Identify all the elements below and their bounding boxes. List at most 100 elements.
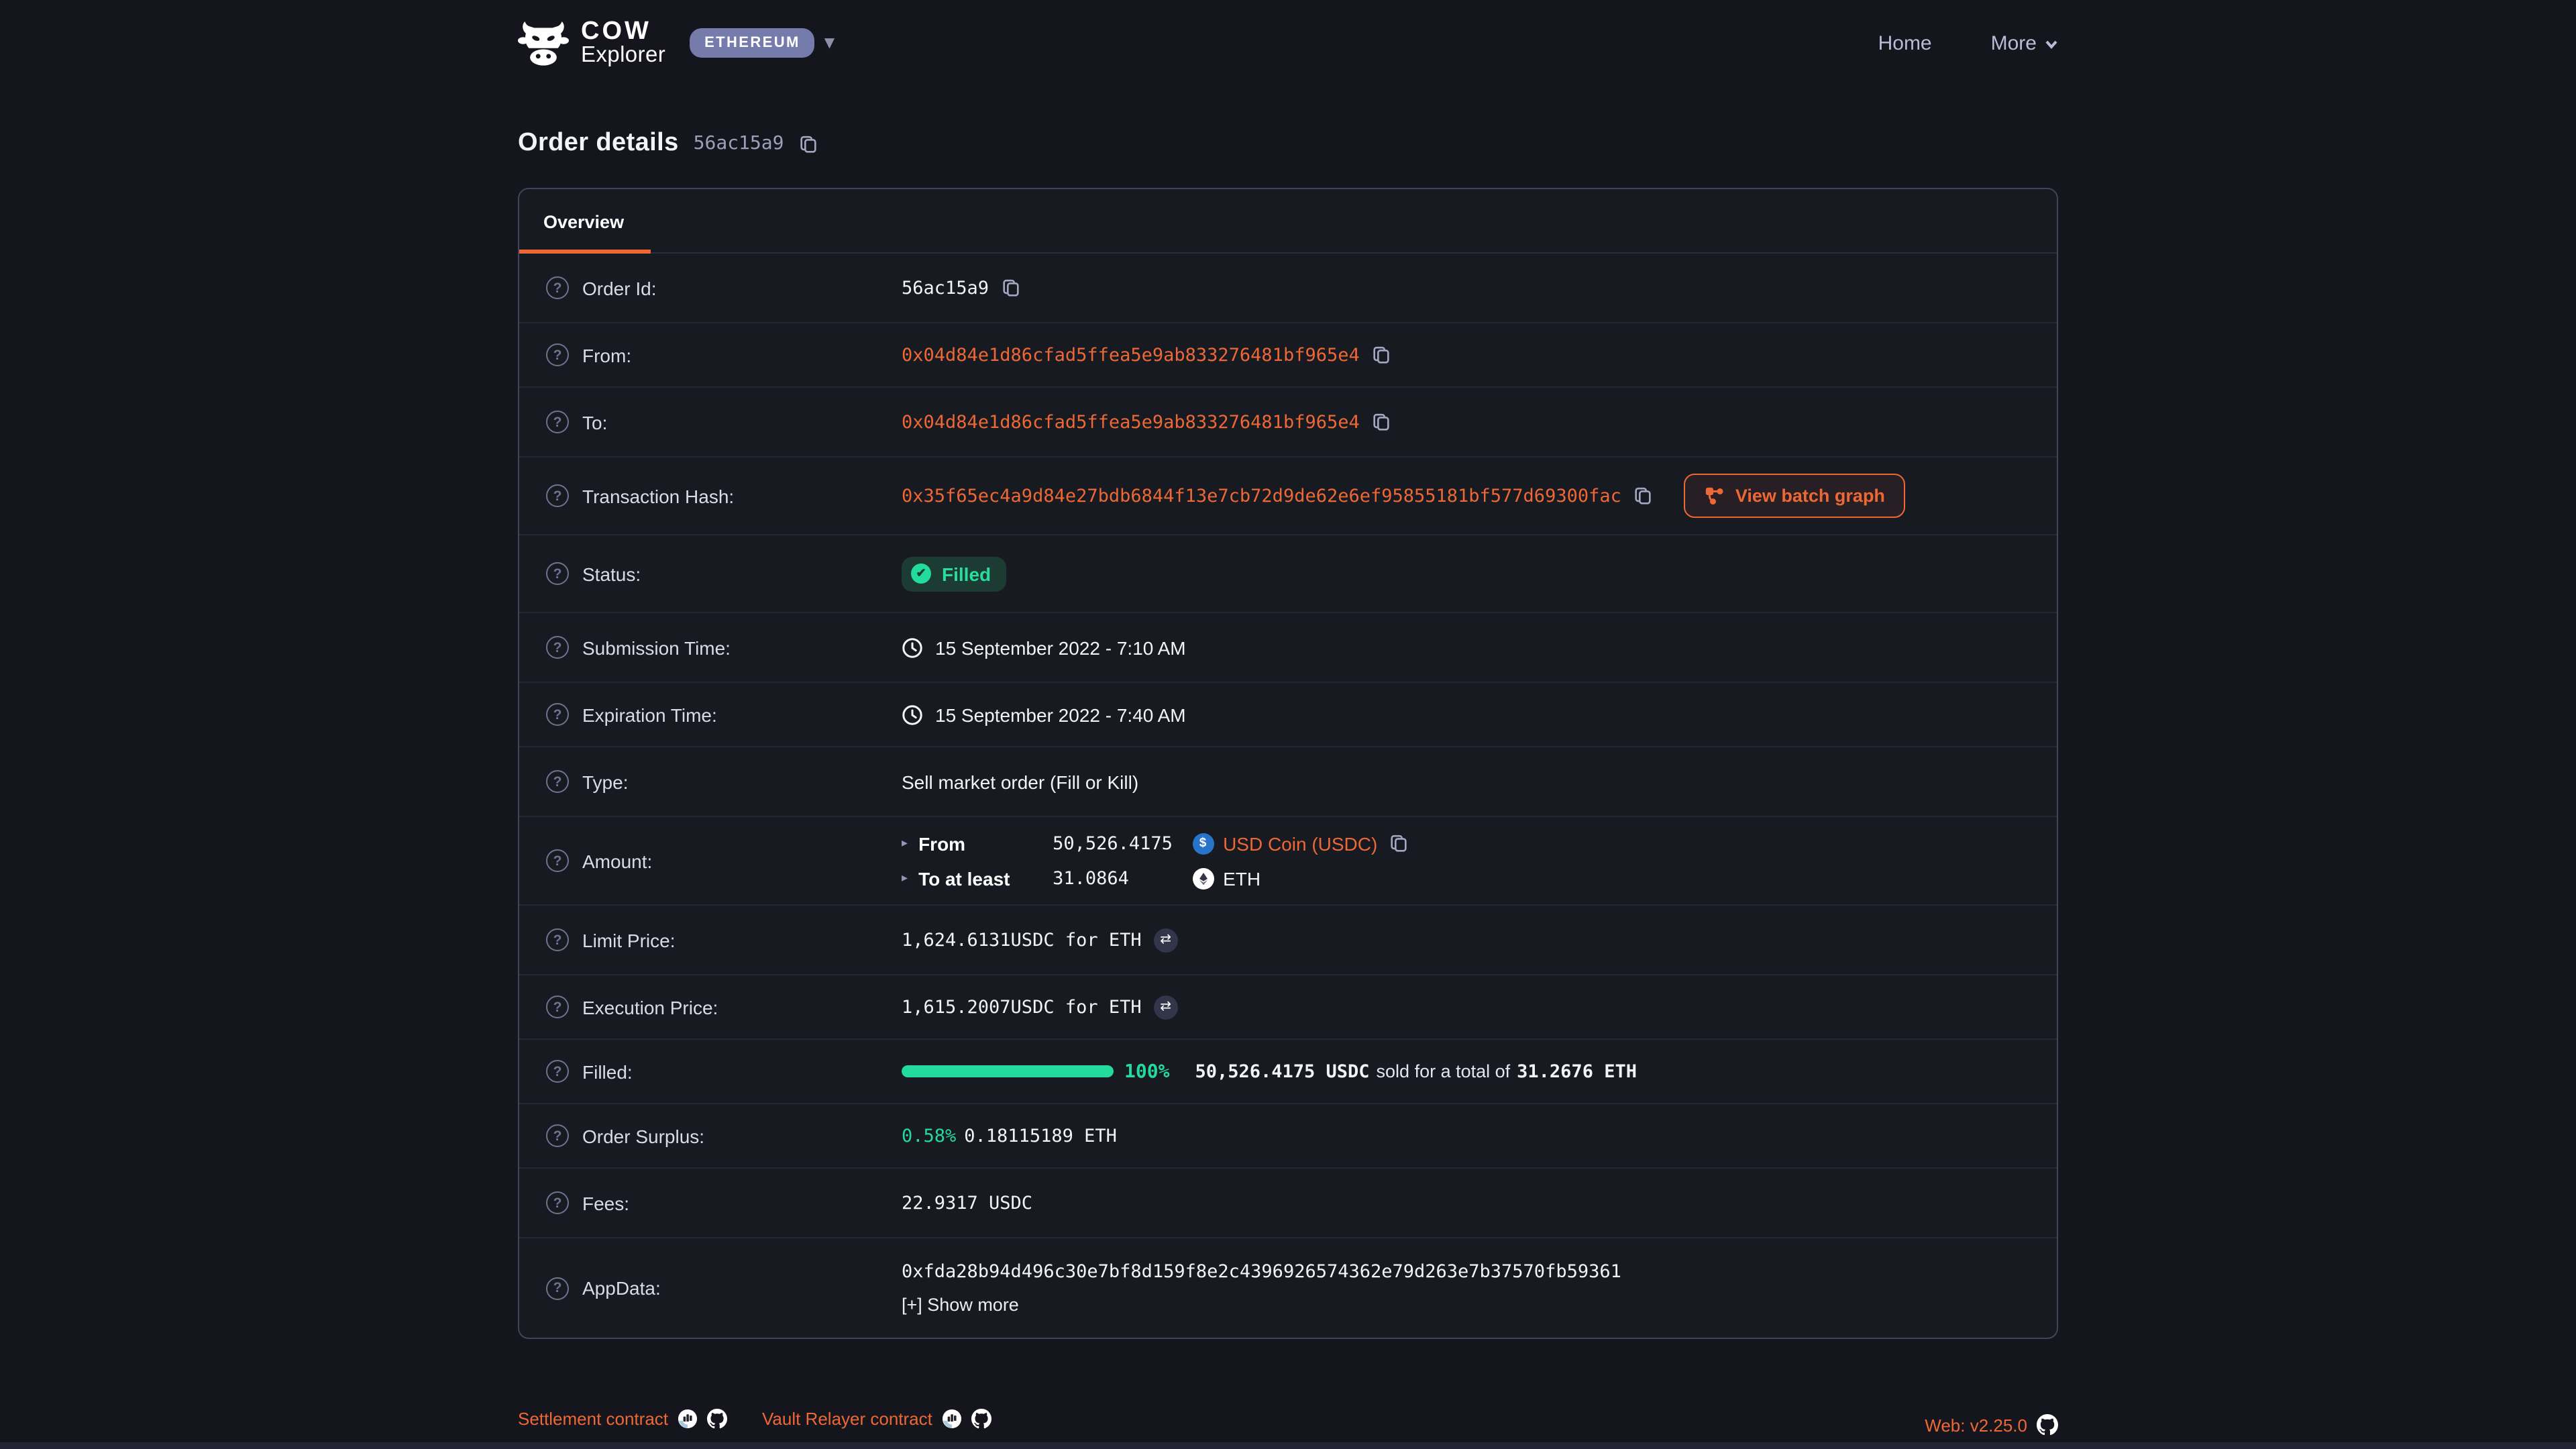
network-selector[interactable]: ETHEREUM ▼ xyxy=(690,28,835,58)
check-circle-icon: ✔ xyxy=(911,564,931,584)
wordmark: COW Explorer xyxy=(581,19,665,67)
help-icon[interactable]: ? xyxy=(546,849,569,872)
submission-time-value: 15 September 2022 - 7:10 AM xyxy=(935,637,1186,658)
app: COW Explorer ETHEREUM ▼ Home More Order … xyxy=(0,0,2576,1449)
etherscan-icon[interactable] xyxy=(678,1408,698,1428)
etherscan-icon[interactable] xyxy=(942,1408,962,1428)
help-icon[interactable]: ? xyxy=(546,1124,569,1147)
row-label: Type: xyxy=(582,771,629,792)
amount-to-line: ▸ To at least 31.0864 ETH xyxy=(902,867,1408,889)
vault-relayer-contract-link[interactable]: Vault Relayer contract xyxy=(762,1408,991,1428)
copy-icon[interactable] xyxy=(1372,412,1392,432)
bottom-strip xyxy=(0,1442,2576,1449)
copy-icon[interactable] xyxy=(1001,278,1021,298)
to-address-link[interactable]: 0x04d84e1d86cfad5ffea5e9ab833276481bf965… xyxy=(902,411,1360,433)
row-appdata: ? AppData: 0xfda28b94d496c30e7bf8d159f8e… xyxy=(519,1238,2057,1338)
row-order-id: ? Order Id: 56ac15a9 xyxy=(519,254,2057,323)
wordmark-bottom: Explorer xyxy=(581,45,665,68)
row-order-surplus: ? Order Surplus: 0.58% 0.18115189 ETH xyxy=(519,1104,2057,1169)
settlement-contract-link[interactable]: Settlement contract xyxy=(518,1408,727,1428)
usdc-token-label: USD Coin (USDC) xyxy=(1223,833,1377,854)
copy-icon[interactable] xyxy=(799,133,819,154)
tx-hash-link[interactable]: 0x35f65ec4a9d84e27bdb6844f13e7cb72d9de62… xyxy=(902,485,1621,506)
swap-price-icon[interactable]: ⇄ xyxy=(1154,995,1178,1019)
swap-price-icon[interactable]: ⇄ xyxy=(1154,928,1178,952)
filled-percent: 100% xyxy=(1124,1061,1169,1082)
github-icon[interactable] xyxy=(707,1408,727,1428)
settlement-contract-label: Settlement contract xyxy=(518,1408,668,1428)
copy-icon[interactable] xyxy=(1388,833,1408,853)
row-label: Execution Price: xyxy=(582,996,718,1018)
total-amount: 31.2676 ETH xyxy=(1517,1061,1637,1082)
page-title: Order details xyxy=(518,129,679,158)
filled-progress-bar-fill xyxy=(902,1065,1114,1077)
web-version-label: Web: v2.25.0 xyxy=(1925,1415,2027,1435)
row-transaction-hash: ? Transaction Hash: 0x35f65ec4a9d84e27bd… xyxy=(519,458,2057,535)
view-batch-graph-button[interactable]: View batch graph xyxy=(1684,474,1905,518)
top-bar: COW Explorer ETHEREUM ▼ Home More xyxy=(0,0,2576,102)
row-label: Amount: xyxy=(582,850,652,871)
help-icon[interactable]: ? xyxy=(546,703,569,726)
row-filled: ? Filled: 100% 50,526.4175 USDC sold for… xyxy=(519,1040,2057,1104)
row-label: Filled: xyxy=(582,1061,633,1082)
vault-relayer-contract-label: Vault Relayer contract xyxy=(762,1408,932,1428)
wordmark-top: COW xyxy=(581,19,665,45)
help-icon[interactable]: ? xyxy=(546,562,569,585)
amount-from-label: From xyxy=(918,833,1042,854)
main-content: Order details 56ac15a9 Overview ? Order … xyxy=(518,129,2058,1436)
copy-icon[interactable] xyxy=(1633,486,1654,506)
amount-to-label: To at least xyxy=(918,867,1042,889)
help-icon[interactable]: ? xyxy=(546,1277,569,1299)
cow-icon xyxy=(518,19,569,67)
footer: Settlement contract Vault Relayer contra… xyxy=(518,1401,2058,1436)
help-icon[interactable]: ? xyxy=(546,928,569,951)
tab-overview[interactable]: Overview xyxy=(519,189,651,252)
nav-more-label: More xyxy=(1991,32,2037,54)
tab-bar: Overview xyxy=(519,189,2057,254)
github-icon[interactable] xyxy=(2037,1414,2058,1436)
order-id-value: 56ac15a9 xyxy=(902,277,989,299)
row-expiration-time: ? Expiration Time: 15 September 2022 - 7… xyxy=(519,683,2057,747)
order-details-card: Overview ? Order Id: 56ac15a9 ? From: xyxy=(518,188,2058,1339)
network-badge[interactable]: ETHEREUM xyxy=(690,28,815,58)
help-icon[interactable]: ? xyxy=(546,343,569,366)
help-icon[interactable]: ? xyxy=(546,636,569,659)
help-icon[interactable]: ? xyxy=(546,484,569,507)
page-title-row: Order details 56ac15a9 xyxy=(518,129,2058,158)
help-icon[interactable]: ? xyxy=(546,770,569,793)
row-from: ? From: 0x04d84e1d86cfad5ffea5e9ab833276… xyxy=(519,323,2057,388)
row-label: To: xyxy=(582,411,607,433)
caret-down-icon: ▼ xyxy=(824,36,835,50)
expiration-time-value: 15 September 2022 - 7:40 AM xyxy=(935,704,1186,725)
row-to: ? To: 0x04d84e1d86cfad5ffea5e9ab83327648… xyxy=(519,388,2057,458)
github-icon[interactable] xyxy=(971,1408,991,1428)
from-address-link[interactable]: 0x04d84e1d86cfad5ffea5e9ab833276481bf965… xyxy=(902,344,1360,366)
filled-description: 50,526.4175 USDC sold for a total of 31.… xyxy=(1195,1061,1637,1082)
nav-item-home[interactable]: Home xyxy=(1878,32,1932,54)
triangle-right-icon: ▸ xyxy=(902,871,908,885)
fees-value: 22.9317 USDC xyxy=(902,1192,1032,1214)
help-icon[interactable]: ? xyxy=(546,1060,569,1083)
row-label: Expiration Time: xyxy=(582,704,717,725)
help-icon[interactable]: ? xyxy=(546,996,569,1018)
batch-graph-icon xyxy=(1705,486,1725,506)
usdc-token-link[interactable]: $ USD Coin (USDC) xyxy=(1192,833,1377,854)
copy-icon[interactable] xyxy=(1372,345,1392,365)
row-label: AppData: xyxy=(582,1277,661,1299)
row-label: Order Id: xyxy=(582,277,657,299)
help-icon[interactable]: ? xyxy=(546,411,569,433)
row-label: Limit Price: xyxy=(582,929,675,951)
nav-item-more[interactable]: More xyxy=(1991,32,2058,54)
limit-price-value: 1,624.6131USDC for ETH xyxy=(902,929,1142,951)
help-icon[interactable]: ? xyxy=(546,1191,569,1214)
web-version-link[interactable]: Web: v2.25.0 xyxy=(1925,1414,2058,1436)
help-icon[interactable]: ? xyxy=(546,276,569,299)
cow-explorer-logo[interactable]: COW Explorer xyxy=(518,19,665,67)
row-execution-price: ? Execution Price: 1,615.2007USDC for ET… xyxy=(519,975,2057,1040)
surplus-value: 0.18115189 ETH xyxy=(964,1125,1117,1146)
appdata-show-more[interactable]: [+] Show more xyxy=(902,1295,1621,1315)
row-amount: ? Amount: ▸ From 50,526.4175 $ USD Coin … xyxy=(519,817,2057,906)
type-value: Sell market order (Fill or Kill) xyxy=(902,771,1138,792)
row-label: Fees: xyxy=(582,1192,629,1214)
row-label: Status: xyxy=(582,563,641,584)
